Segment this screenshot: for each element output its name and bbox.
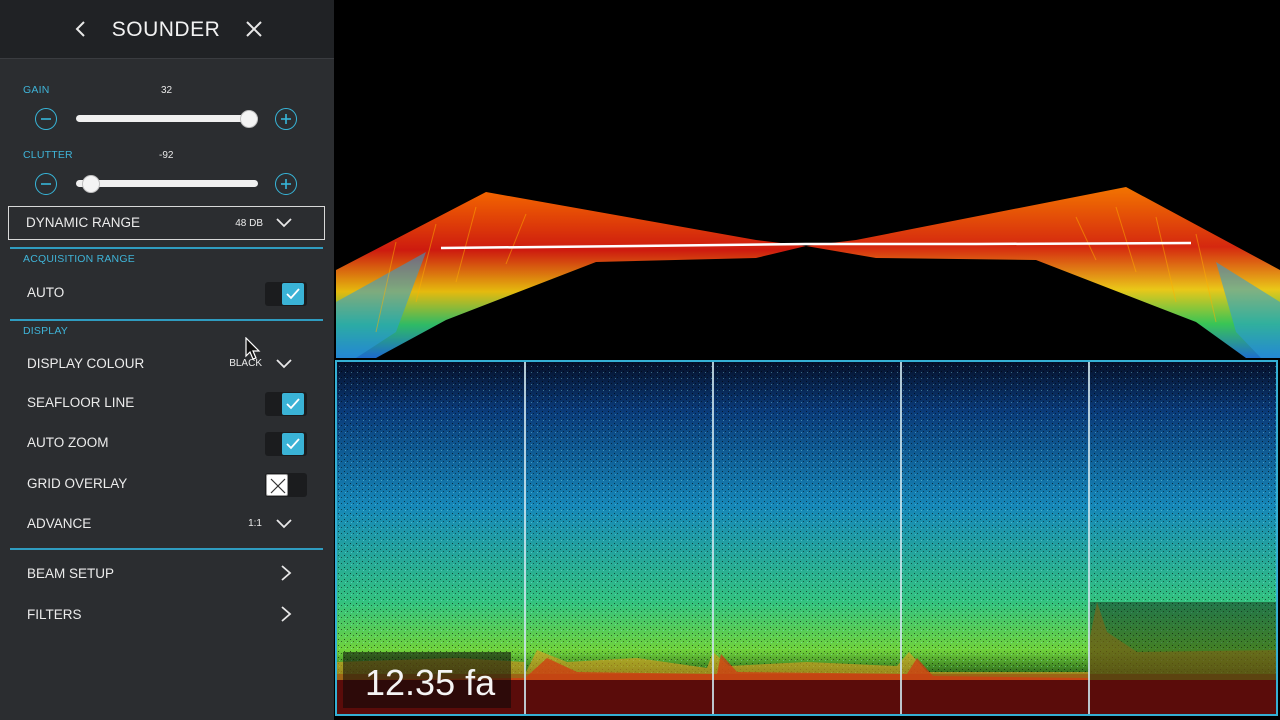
plus-icon [281, 179, 291, 189]
checkmark-icon [286, 288, 300, 300]
mouse-cursor-icon [245, 337, 261, 360]
checkbox-box [282, 433, 304, 455]
section-divider [10, 247, 323, 249]
panel-header: SOUNDER [0, 0, 334, 59]
display-section: DISPLAY [23, 325, 68, 337]
chevron-down-icon [276, 519, 292, 529]
gain-slider-thumb[interactable] [239, 110, 258, 128]
checkmark-icon [286, 438, 300, 450]
chevron-down-icon [276, 359, 292, 369]
clutter-slider-track[interactable] [76, 180, 258, 187]
dynamic-range-dropdown[interactable]: DYNAMIC RANGE 48 DB [8, 206, 325, 240]
checkbox-box [282, 283, 304, 305]
gain-label: GAIN [23, 84, 50, 96]
filters-item[interactable]: FILTERS [0, 596, 334, 632]
close-icon [246, 21, 262, 37]
cross-icon [270, 478, 286, 494]
plus-icon [281, 114, 291, 124]
chevron-down-icon [276, 218, 292, 228]
clutter-label: CLUTTER [23, 149, 73, 161]
sidescan-image [336, 187, 1280, 358]
auto-checkbox[interactable] [265, 282, 307, 306]
sounder-settings-panel: SOUNDER GAIN 32 CLUTTER -92 DYNAMIC RANG… [0, 0, 334, 720]
chevron-right-icon [281, 565, 292, 581]
beam-setup-label: BEAM SETUP [27, 566, 115, 581]
display-colour-dropdown[interactable]: DISPLAY COLOUR BLACK [0, 346, 334, 382]
checkmark-icon [286, 398, 300, 410]
filters-label: FILTERS [27, 607, 82, 622]
acquisition-range-section: ACQUISITION RANGE [23, 253, 135, 265]
auto-zoom-checkbox[interactable] [265, 432, 307, 456]
chevron-right-icon [281, 606, 292, 622]
minus-icon [41, 183, 51, 185]
seafloor-line-checkbox[interactable] [265, 392, 307, 416]
column-separator [1088, 362, 1090, 714]
clutter-value: -92 [159, 150, 174, 161]
gain-slider-track[interactable] [76, 115, 258, 122]
auto-label: AUTO [27, 285, 65, 300]
advance-value: 1:1 [248, 518, 262, 529]
checkbox-box [282, 393, 304, 415]
dynamic-range-value: 48 DB [235, 218, 263, 229]
seafloor-line-label: SEAFLOOR LINE [27, 395, 135, 410]
display-colour-label: DISPLAY COLOUR [27, 356, 145, 371]
dynamic-range-label: DYNAMIC RANGE [26, 215, 141, 230]
sidescan-view[interactable] [336, 2, 1280, 358]
section-divider [10, 319, 323, 321]
clutter-decrease-button[interactable] [35, 173, 57, 195]
section-divider [10, 548, 323, 550]
column-separator [900, 362, 902, 714]
grid-overlay-label: GRID OVERLAY [27, 476, 128, 491]
checkbox-box [266, 474, 288, 496]
grid-overlay-checkbox[interactable] [265, 473, 307, 497]
advance-dropdown[interactable]: ADVANCE 1:1 [0, 506, 334, 542]
beam-setup-item[interactable]: BEAM SETUP [0, 555, 334, 591]
auto-zoom-label: AUTO ZOOM [27, 435, 109, 450]
column-separator [712, 362, 714, 714]
clutter-slider-thumb[interactable] [81, 175, 100, 193]
gain-decrease-button[interactable] [35, 108, 57, 130]
clutter-increase-button[interactable] [275, 173, 297, 195]
close-button[interactable] [239, 14, 269, 44]
panel-title: SOUNDER [111, 18, 221, 41]
downscan-view[interactable]: 12.35 fa [335, 360, 1278, 716]
depth-readout: 12.35 fa [365, 662, 496, 703]
gain-value: 32 [161, 85, 173, 96]
gain-increase-button[interactable] [275, 108, 297, 130]
advance-label: ADVANCE [27, 516, 92, 531]
column-separator [524, 362, 526, 714]
minus-icon [41, 118, 51, 120]
